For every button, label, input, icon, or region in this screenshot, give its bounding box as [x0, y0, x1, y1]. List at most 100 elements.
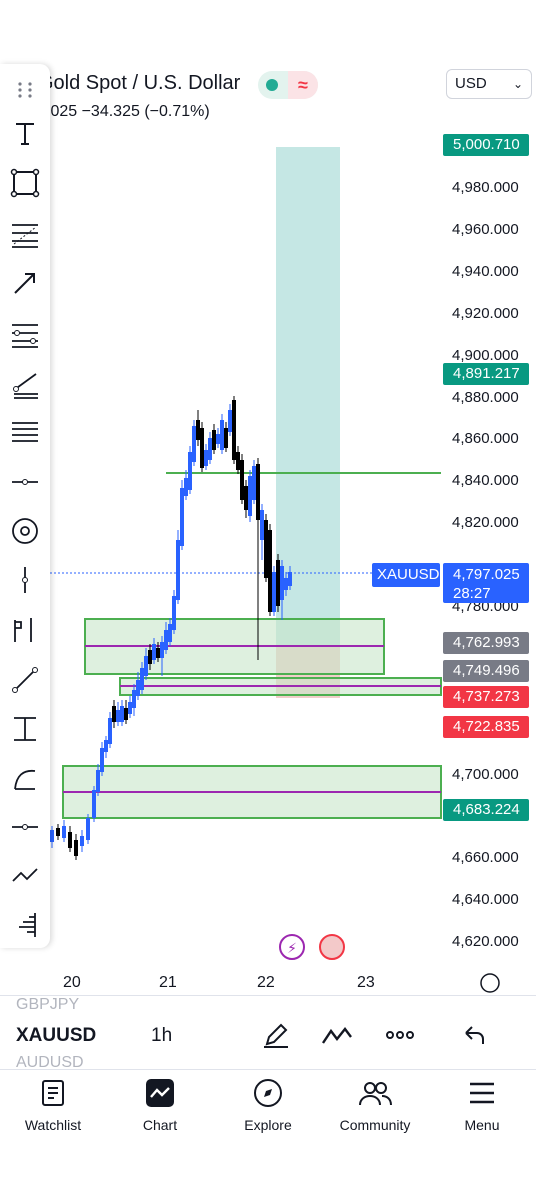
candle-body — [188, 452, 192, 490]
horizontal-lines-icon[interactable] — [5, 412, 45, 452]
candle-body — [212, 430, 216, 450]
rectangle-tool-icon[interactable] — [5, 163, 45, 203]
candle-body — [268, 530, 272, 612]
volume-profile-icon[interactable] — [5, 904, 45, 944]
candle-countdown: 28:27 — [453, 585, 491, 602]
price-tag: 4,722.835 — [443, 715, 529, 738]
candle-body — [264, 520, 268, 578]
candle-body — [260, 510, 264, 540]
candle-body — [216, 434, 220, 444]
candle-body — [220, 420, 224, 450]
time-label: 22 — [257, 974, 275, 991]
candle-body — [50, 830, 54, 842]
candle-body — [184, 478, 188, 496]
candle-body — [168, 624, 172, 642]
time-label: 23 — [357, 974, 375, 991]
price-tick: 4,980.000 — [452, 179, 519, 196]
candle-body — [156, 648, 160, 658]
candle-body — [112, 706, 116, 722]
candle-body — [140, 668, 144, 690]
candle-body — [120, 706, 124, 722]
candle-body — [236, 452, 240, 470]
candle-body — [104, 740, 108, 752]
pencil-icon[interactable] — [262, 1021, 290, 1049]
price-tick: 4,820.000 — [452, 514, 519, 532]
horizontal-ray-icon[interactable] — [5, 462, 45, 502]
candle-body — [256, 464, 260, 520]
candle-body — [86, 818, 90, 840]
next-symbol[interactable]: AUDUSD — [16, 1054, 84, 1072]
price-tag: 5,000.710 — [443, 133, 529, 156]
candle-body — [136, 680, 140, 696]
trend-angle-icon[interactable] — [5, 363, 45, 403]
magnet-icon[interactable] — [5, 511, 45, 551]
symbol-strip: GBPJPY XAUUSD 1h AUDUSD — [0, 995, 536, 1072]
nav-label: Community — [339, 1117, 411, 1133]
settings-icon[interactable] — [480, 973, 500, 993]
candle-body — [240, 460, 244, 500]
candle-body — [280, 566, 284, 600]
us-flag-icon[interactable] — [319, 934, 345, 960]
candle-body — [132, 690, 136, 708]
arc-tool-icon[interactable] — [5, 759, 45, 799]
path-tool-icon[interactable] — [5, 855, 45, 895]
candle-body — [244, 486, 248, 510]
vertical-line-icon[interactable] — [5, 560, 45, 600]
price-tag: 4,749.496 — [443, 659, 529, 682]
nav-menu[interactable]: Menu — [432, 1071, 532, 1133]
price-tick: 4,660.000 — [452, 849, 519, 867]
drag-handle-icon[interactable] — [5, 70, 45, 110]
candle-body — [74, 840, 78, 856]
price-tag: 4,737.273 — [443, 685, 529, 708]
undo-icon[interactable] — [462, 1024, 486, 1046]
candle-body — [228, 410, 232, 432]
text-tool-icon[interactable] — [5, 114, 45, 154]
time-label: 21 — [159, 974, 177, 991]
prev-symbol[interactable]: GBPJPY — [16, 996, 79, 1014]
candle-body — [92, 790, 96, 818]
candle-body — [232, 400, 236, 460]
nav-chart[interactable]: Chart — [110, 1071, 210, 1133]
candle-body — [252, 466, 256, 500]
price-tick: 4,840.000 — [452, 472, 519, 490]
current-price: 4,797.025 — [453, 566, 520, 583]
candle-body — [272, 572, 276, 612]
candle-body — [148, 650, 152, 664]
interval-label[interactable]: 1h — [151, 1025, 172, 1047]
symbol-label[interactable]: XAUUSD — [16, 1025, 96, 1047]
watchlist-icon — [42, 1080, 64, 1106]
candle-body — [284, 578, 288, 590]
candle-body — [192, 426, 196, 462]
price-tick: 4,640.000 — [452, 891, 519, 909]
candle-body — [276, 560, 280, 606]
svg-text:⚡: ⚡ — [287, 941, 297, 957]
price-range-icon[interactable] — [5, 608, 45, 648]
horizontal-line-icon[interactable] — [5, 807, 45, 847]
target-zone — [276, 147, 340, 645]
candle-body — [62, 826, 66, 838]
date-range-icon[interactable] — [5, 709, 45, 749]
price-tick: 4,900.000 — [452, 346, 519, 364]
nav-watchlist[interactable]: Watchlist — [3, 1071, 103, 1133]
indicators-icon[interactable] — [321, 1023, 353, 1047]
fib-retracement-icon[interactable] — [5, 214, 45, 254]
nav-label: Watchlist — [24, 1117, 82, 1133]
nav-label: Menu — [464, 1117, 500, 1133]
current-price-tag: 4,797.025 28:27 — [443, 563, 529, 603]
candle-body — [208, 438, 212, 460]
nav-label: Chart — [142, 1117, 178, 1133]
trend-line-icon[interactable] — [5, 660, 45, 700]
price-tag: 4,762.993 — [443, 631, 529, 654]
nav-community[interactable]: Community — [325, 1071, 425, 1133]
gann-fan-icon[interactable] — [5, 314, 45, 354]
candle-body — [164, 630, 168, 650]
candle-body — [196, 420, 200, 440]
more-icon[interactable] — [386, 1030, 414, 1040]
bottom-navigation: Watchlist Chart Explore Community Menu — [0, 1071, 536, 1141]
candle-body — [248, 476, 252, 516]
candle-body — [96, 770, 100, 792]
candle-body — [100, 748, 104, 772]
arrow-tool-icon[interactable] — [5, 262, 45, 302]
nav-explore[interactable]: Explore — [218, 1071, 318, 1133]
price-tick: 4,860.000 — [452, 430, 519, 448]
